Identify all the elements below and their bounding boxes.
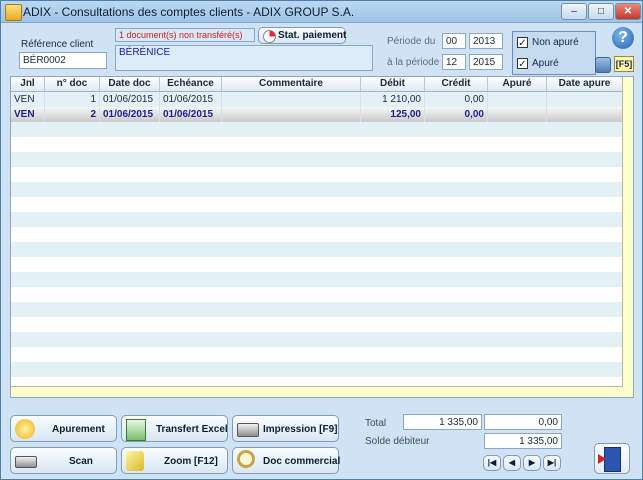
apure-filter-box: ✓ Non apuré ✓ Apuré (512, 31, 596, 75)
stat-paiement-button[interactable]: Stat. paiement (258, 27, 346, 44)
cell-commentaire (222, 92, 361, 107)
doc-commercial-button[interactable]: Doc commercial (232, 447, 341, 474)
reference-client-label: Référence client (21, 39, 94, 50)
excel-icon (126, 419, 146, 441)
transfert-excel-label: Transfert Excel (156, 424, 228, 435)
horizontal-scrollbar[interactable] (11, 386, 623, 397)
col-credit[interactable]: Crédit (425, 77, 488, 91)
reference-client-input[interactable]: BÉR0002 (19, 52, 107, 69)
col-debit[interactable]: Débit (361, 77, 425, 91)
col-jnl[interactable]: Jnl (11, 77, 45, 91)
grid-header: Jnl n° doc Date doc Echéance Commentaire… (11, 77, 623, 92)
exit-arrow-icon (598, 454, 606, 464)
cell-echeance: 01/06/2015 (160, 107, 222, 122)
cell-debit: 125,00 (361, 107, 425, 122)
cell-credit: 0,00 (425, 92, 488, 107)
col-commentaire[interactable]: Commentaire (222, 77, 361, 91)
empty-rows (11, 122, 623, 387)
scan-label: Scan (69, 456, 93, 467)
exit-door-icon (604, 447, 621, 472)
table-row-selected[interactable]: VEN 2 01/06/2015 01/06/2015 125,00 0,00 (11, 107, 623, 122)
periode-du-label: Période du (387, 36, 436, 47)
cell-num-doc: 1 (45, 92, 100, 107)
period-from-month-input[interactable]: 00 (442, 33, 466, 49)
col-date-apure[interactable]: Date apure (547, 77, 623, 91)
accounts-grid: Jnl n° doc Date doc Echéance Commentaire… (10, 76, 634, 398)
cell-apure (488, 92, 547, 107)
minimize-button[interactable]: – (561, 3, 587, 20)
magnifier-icon (237, 450, 255, 468)
cell-debit: 1 210,00 (361, 92, 425, 107)
non-transfered-notice: 1 document(s) non transféré(s) (115, 28, 255, 42)
col-apure[interactable]: Apuré (488, 77, 547, 91)
non-apure-checkbox[interactable]: ✓ (517, 37, 528, 49)
apure-label: Apuré (532, 58, 559, 69)
table-row[interactable]: VEN 1 01/06/2015 01/06/2015 1 210,00 0,0… (11, 92, 623, 107)
flashlight-icon (126, 451, 144, 471)
impression-label: Impression [F9] (263, 424, 338, 435)
prev-record-button[interactable]: ◀ (503, 455, 521, 471)
apurement-label: Apurement (52, 424, 105, 435)
printer-icon (237, 423, 259, 437)
cell-date-apure (547, 107, 623, 122)
cell-echeance: 01/06/2015 (160, 92, 222, 107)
total-label: Total (365, 418, 387, 429)
period-to-month-input[interactable]: 12 (442, 54, 466, 70)
scanner-icon (15, 456, 37, 468)
solde-label: Solde débiteur (365, 436, 430, 447)
cell-commentaire (222, 107, 361, 122)
cell-date-doc: 01/06/2015 (100, 92, 160, 107)
last-record-button[interactable]: ▶| (543, 455, 561, 471)
solde-value-field: 1 335,00 (484, 433, 562, 449)
a-la-periode-label: à la période (387, 57, 440, 68)
cell-num-doc: 2 (45, 107, 100, 122)
vertical-scrollbar[interactable] (622, 77, 633, 397)
impression-button[interactable]: Impression [F9] (232, 415, 339, 442)
col-date-doc[interactable]: Date doc (100, 77, 160, 91)
cell-jnl: VEN (11, 92, 45, 107)
title-bar: ADIX - Consultations des comptes clients… (1, 1, 642, 23)
cell-apure (488, 107, 547, 122)
exit-button[interactable] (594, 443, 630, 474)
scan-button[interactable]: Scan (10, 447, 117, 474)
cell-date-doc: 01/06/2015 (100, 107, 160, 122)
col-echeance[interactable]: Echéance (160, 77, 222, 91)
col-num-doc[interactable]: n° doc (45, 77, 100, 91)
zoom-button[interactable]: Zoom [F12] (121, 447, 228, 474)
pie-chart-icon (263, 30, 276, 43)
refresh-icon[interactable] (595, 57, 611, 73)
cell-credit: 0,00 (425, 107, 488, 122)
cell-date-apure (547, 92, 623, 107)
transfert-excel-button[interactable]: Transfert Excel (121, 415, 228, 442)
maximize-button[interactable]: □ (588, 3, 614, 20)
app-icon (5, 4, 22, 21)
total-debit-field: 1 335,00 (403, 414, 482, 430)
stat-paiement-label: Stat. paiement (278, 30, 347, 41)
apurement-button[interactable]: Apurement (10, 415, 117, 442)
period-from-year-input[interactable]: 2013 (469, 33, 503, 49)
apurement-icon (15, 419, 35, 439)
f5-button[interactable]: [F5] (614, 56, 634, 72)
cell-jnl: VEN (11, 107, 45, 122)
help-icon[interactable]: ? (612, 27, 634, 49)
client-name-field: BÉRÉNICE (115, 45, 373, 71)
period-to-year-input[interactable]: 2015 (469, 54, 503, 70)
zoom-label: Zoom [F12] (164, 456, 218, 467)
grid-body: VEN 1 01/06/2015 01/06/2015 1 210,00 0,0… (11, 92, 623, 387)
doc-commercial-label: Doc commercial (263, 456, 341, 467)
non-apure-label: Non apuré (532, 37, 579, 48)
first-record-button[interactable]: |◀ (483, 455, 501, 471)
window-title: ADIX - Consultations des comptes clients… (23, 5, 355, 19)
total-credit-field: 0,00 (484, 414, 562, 430)
apure-checkbox[interactable]: ✓ (517, 58, 528, 70)
close-button[interactable]: ✕ (615, 3, 641, 20)
next-record-button[interactable]: ▶ (523, 455, 541, 471)
main-window: ADIX - Consultations des comptes clients… (0, 0, 643, 480)
